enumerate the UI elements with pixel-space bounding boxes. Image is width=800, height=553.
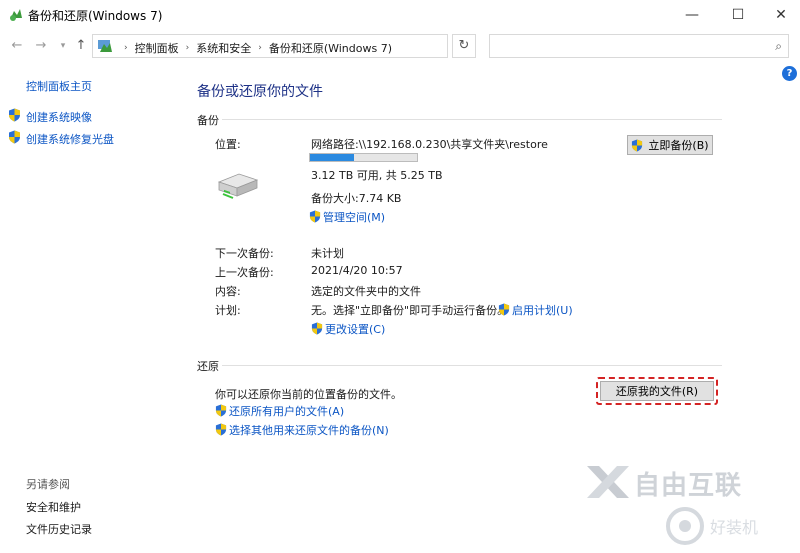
window-title: 备份和还原(Windows 7): [28, 9, 163, 23]
network-drive-icon: [217, 173, 259, 199]
breadcrumb-separator: ›: [185, 43, 190, 53]
backup-now-button[interactable]: 立即备份(B): [627, 135, 713, 155]
restore-all-users-link[interactable]: 还原所有用户的文件(A): [215, 403, 344, 419]
help-icon[interactable]: ?: [782, 66, 797, 81]
disk-usage-fill: [310, 154, 354, 161]
schedule-value: 无。选择"立即备份"即可手动运行备份。: [311, 304, 509, 317]
address-field[interactable]: › 控制面板 › 系统和安全 › 备份和还原(Windows 7) ⌄: [92, 34, 529, 58]
minimize-button[interactable]: —: [669, 0, 715, 30]
location-label: 位置:: [215, 138, 241, 151]
restore-my-files-button[interactable]: 还原我的文件(R): [600, 381, 714, 401]
page-title: 备份或还原你的文件: [197, 84, 323, 100]
uac-shield-icon: [215, 423, 227, 436]
uac-shield-icon: [9, 130, 20, 144]
contents-value: 选定的文件夹中的文件: [311, 285, 421, 298]
breadcrumb: › 控制面板 › 系统和安全 › 备份和还原(Windows 7): [117, 40, 392, 56]
uac-shield-icon: [9, 108, 20, 122]
restore-section-label: 还原: [197, 360, 219, 373]
uac-shield-icon: [309, 210, 321, 223]
watermark-text-secondary: 好装机: [710, 518, 759, 537]
next-backup-value: 未计划: [311, 247, 344, 260]
breadcrumb-separator: ›: [258, 43, 262, 53]
maximize-button[interactable]: ☐: [715, 0, 761, 30]
uac-shield-icon: [311, 322, 323, 335]
restore-description: 你可以还原你当前的位置备份的文件。: [215, 388, 402, 401]
forward-arrow-icon[interactable]: →: [32, 38, 50, 54]
recent-locations-chevron-icon[interactable]: ▾: [54, 38, 72, 54]
manage-space-label: 管理空间(M): [323, 211, 386, 224]
backup-restore-app-icon: [10, 9, 22, 21]
watermark-x-logo: [587, 466, 629, 498]
breadcrumb-backup-restore[interactable]: 备份和还原(Windows 7): [269, 40, 392, 56]
restore-all-users-label: 还原所有用户的文件(A): [229, 405, 345, 418]
breadcrumb-control-panel[interactable]: 控制面板: [135, 40, 179, 56]
sidebar-item-file-history[interactable]: 文件历史记录: [26, 521, 92, 537]
uac-shield-icon: [498, 303, 510, 316]
change-settings-label: 更改设置(C): [325, 323, 386, 336]
backup-section-label: 备份: [197, 114, 219, 127]
sidebar-item-create-repair-disc[interactable]: 创建系统修复光盘: [26, 131, 114, 147]
space-available-text: 3.12 TB 可用, 共 5.25 TB: [311, 169, 443, 182]
backup-section-divider: [222, 119, 722, 120]
uac-shield-icon: [215, 404, 227, 417]
enable-schedule-link[interactable]: 启用计划(U): [498, 302, 573, 318]
sidebar-item-create-system-image[interactable]: 创建系统映像: [26, 109, 92, 125]
select-other-backup-link[interactable]: 选择其他用来还原文件的备份(N): [215, 422, 389, 438]
sidebar: 控制面板主页 创建系统映像 创建系统修复光盘 另请参阅 安全和维护 文件历史记录: [0, 62, 185, 553]
see-also-heading: 另请参阅: [26, 478, 70, 491]
backup-now-label: 立即备份(B): [648, 139, 709, 152]
address-bar: ← → ▾ ↑ › 控制面板 › 系统和安全 › 备份和还原(Windows 7…: [0, 30, 800, 62]
uac-shield-icon: [632, 139, 643, 151]
location-value: 网络路径:\\192.168.0.230\共享文件夹\restore: [311, 138, 548, 151]
restore-section-divider: [222, 365, 722, 366]
enable-schedule-label: 启用计划(U): [512, 304, 573, 317]
select-other-backup-label: 选择其他用来还原文件的备份(N): [229, 424, 389, 437]
disk-usage-bar: [309, 153, 418, 162]
backup-size-text: 备份大小:7.74 KB: [311, 192, 402, 205]
last-backup-label: 上一次备份:: [215, 266, 274, 279]
search-input[interactable]: ⌕: [489, 34, 789, 58]
contents-label: 内容:: [215, 285, 241, 298]
close-button[interactable]: ✕: [758, 0, 800, 30]
breadcrumb-system-security[interactable]: 系统和安全: [196, 40, 251, 56]
back-arrow-icon[interactable]: ←: [8, 38, 26, 54]
last-backup-value: 2021/4/20 10:57: [311, 264, 403, 277]
watermark: 自由互联 好装机: [583, 462, 763, 552]
sidebar-item-security-maintenance[interactable]: 安全和维护: [26, 499, 81, 515]
schedule-label: 计划:: [215, 304, 241, 317]
up-arrow-icon[interactable]: ↑: [72, 38, 90, 54]
watermark-text: 自由互联: [634, 471, 743, 501]
refresh-button[interactable]: ↻: [452, 34, 476, 58]
change-settings-link[interactable]: 更改设置(C): [311, 321, 385, 337]
next-backup-label: 下一次备份:: [215, 247, 274, 260]
manage-space-link[interactable]: 管理空间(M): [309, 209, 385, 225]
control-panel-icon: [98, 40, 112, 52]
search-icon[interactable]: ⌕: [775, 39, 782, 54]
breadcrumb-separator: ›: [124, 43, 128, 53]
watermark-circle-logo: [666, 507, 704, 545]
title-bar: 备份和还原(Windows 7) — ☐ ✕: [0, 0, 800, 30]
sidebar-item-control-panel-home[interactable]: 控制面板主页: [26, 78, 92, 94]
